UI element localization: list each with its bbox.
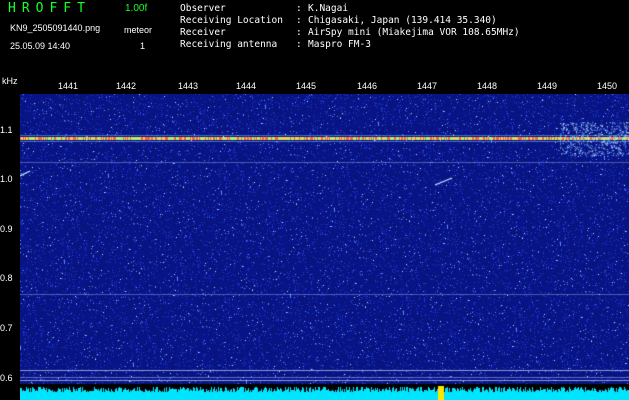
info-key: Receiving antenna [180,39,278,50]
x-tick-label: 1450 [597,81,618,91]
filename-label: KN9_2505091440.png [10,23,101,33]
meteor-count: 1 [140,41,146,51]
x-tick-label: 1446 [357,81,378,91]
info-value: Chigasaki, Japan (139.414 35.340) [308,15,497,26]
x-tick-label: 1441 [58,81,79,91]
info-value: K.Nagai [308,3,349,14]
y-tick-label: 0.9 [0,224,13,234]
x-tick-label: 1447 [417,81,438,91]
hrofft-window: HROFFT 1.00f KN9_2505091440.png meteor 2… [0,0,629,400]
info-key: Observer [180,3,226,14]
x-tick-label: 1443 [178,81,199,91]
info-colon: : [296,3,302,14]
info-row-receiver: Receiver: AirSpy mini (Miakejima VOR 108.… [180,28,520,38]
info-colon: : [296,39,302,50]
x-tick-label: 1442 [116,81,137,91]
y-axis-unit: kHz [2,76,18,86]
info-key: Receiving Location [180,15,283,26]
y-tick-label: 0.8 [0,273,13,283]
y-tick-label: 1.1 [0,125,13,135]
info-colon: : [296,15,302,26]
y-tick-label: 0.7 [0,323,13,333]
info-row-location: Receiving Location: Chigasaki, Japan (139… [180,16,497,26]
info-colon: : [296,27,302,38]
meteor-label: meteor [124,25,153,35]
info-key: Receiver [180,27,226,38]
x-tick-label: 1444 [236,81,257,91]
waterfall-spectrogram [20,94,629,400]
app-title: HROFFT [8,1,91,16]
x-tick-label: 1445 [296,81,317,91]
waterfall-plot [20,94,629,400]
y-tick-label: 0.6 [0,373,13,383]
info-row-observer: Observer: K.Nagai [180,4,348,14]
version-label: 1.00f [125,3,148,14]
x-tick-label: 1448 [477,81,498,91]
y-tick-label: 1.0 [0,174,13,184]
info-value: Maspro FM-3 [308,39,371,50]
info-row-antenna: Receiving antenna: Maspro FM-3 [180,40,371,50]
info-value: AirSpy mini (Miakejima VOR 108.65MHz) [308,27,520,38]
datetime-label: 25.05.09 14:40 [10,41,71,51]
x-tick-label: 1449 [537,81,558,91]
